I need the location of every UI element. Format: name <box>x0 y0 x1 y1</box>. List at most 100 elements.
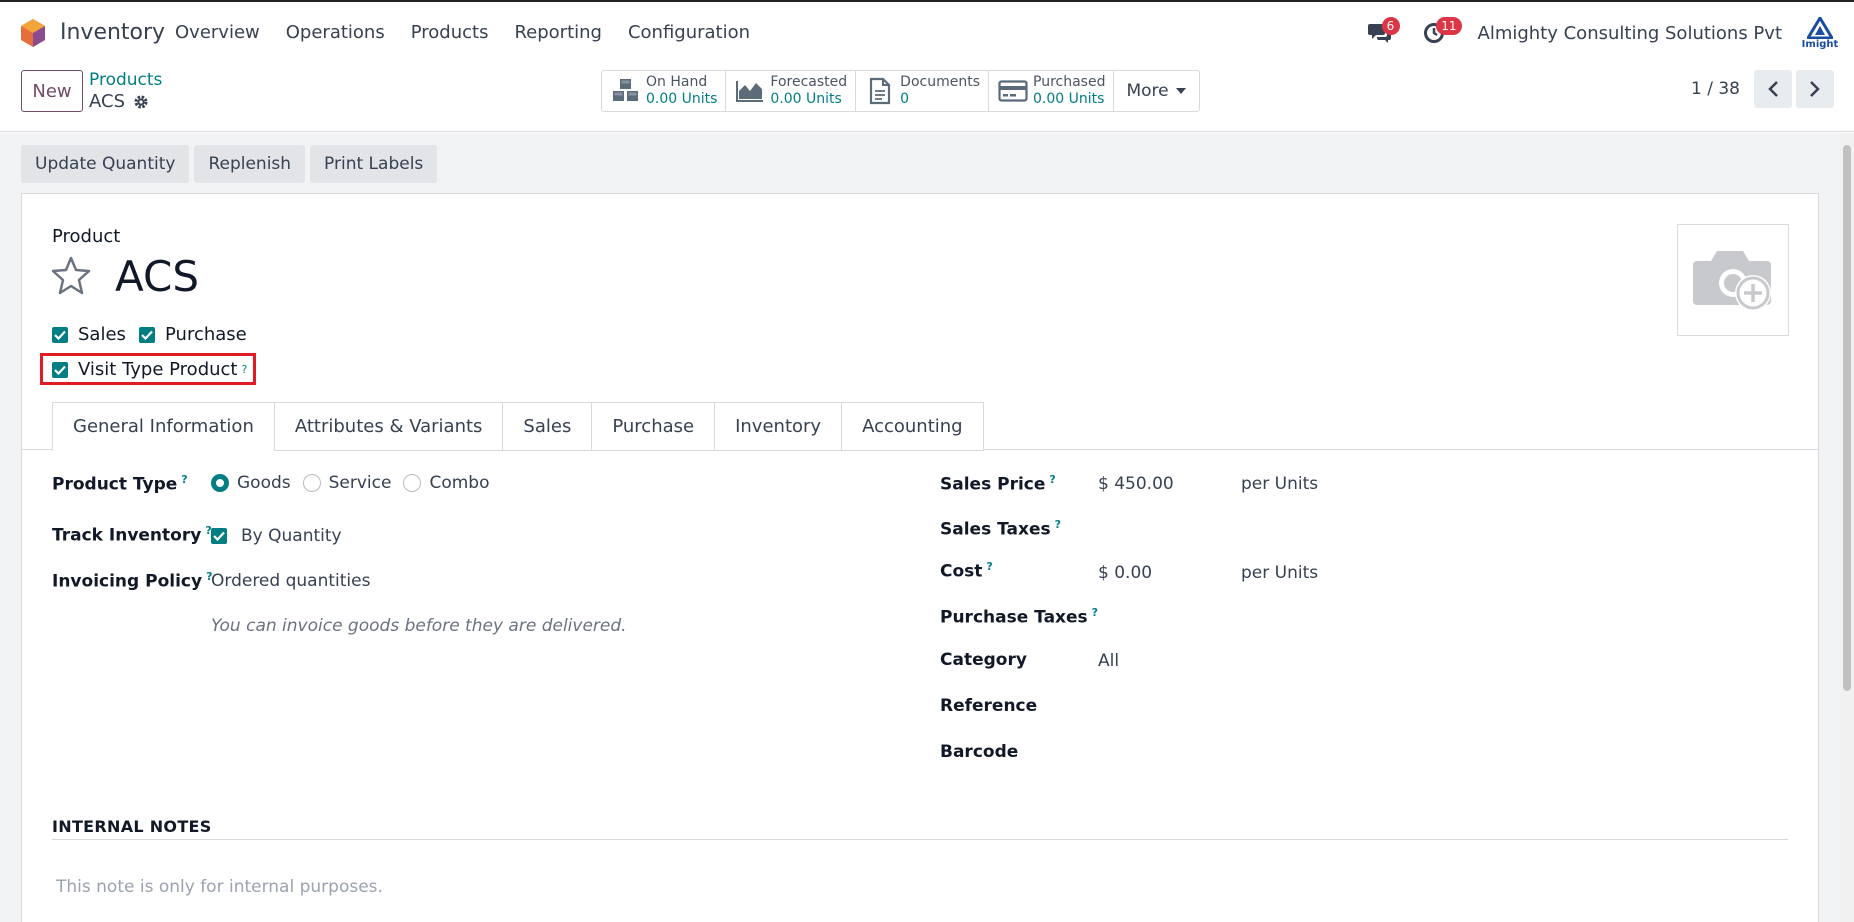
purchased-button[interactable]: Purchased 0.00 Units <box>989 71 1115 111</box>
product-type-help[interactable]: ? <box>181 473 187 486</box>
purchase-checkbox[interactable] <box>139 326 155 343</box>
invoicing-policy-hint: You can invoice goods before they are de… <box>211 616 627 636</box>
scrollbar[interactable] <box>1840 133 1854 922</box>
product-label: Product <box>52 226 121 247</box>
pager-next-button[interactable] <box>1796 70 1834 108</box>
internal-notes-editor[interactable]: This note is only for internal purposes. <box>56 877 383 897</box>
cost-help[interactable]: ? <box>986 560 992 573</box>
replenish-button[interactable]: Replenish <box>194 145 306 183</box>
smart-buttons: On Hand 0.00 Units Forecasted 0.00 Units <box>601 70 1200 112</box>
sales-taxes-label: Sales Taxes <box>940 519 1051 540</box>
visit-type-help[interactable]: ? <box>242 363 248 376</box>
breadcrumb-products[interactable]: Products <box>89 70 162 90</box>
tab-sales[interactable]: Sales <box>503 402 593 451</box>
cost-unit: per Units <box>1241 563 1319 583</box>
more-label: More <box>1126 81 1169 101</box>
sales-price-help[interactable]: ? <box>1049 473 1055 486</box>
purchase-checkbox-label: Purchase <box>165 324 247 345</box>
product-type-combo-option[interactable]: Combo <box>403 473 490 493</box>
tab-purchase[interactable]: Purchase <box>592 402 716 451</box>
service-radio[interactable] <box>302 474 321 492</box>
internal-notes-title: INTERNAL NOTES <box>52 817 212 836</box>
sales-price-input[interactable]: $ 450.00 <box>1098 474 1174 494</box>
documents-label: Documents <box>900 74 980 90</box>
tab-accounting[interactable]: Accounting <box>842 402 984 451</box>
messages-badge: 6 <box>1381 17 1400 35</box>
sales-taxes-field-label: Sales Taxes? <box>940 518 1061 540</box>
visit-type-checkbox-row[interactable]: Visit Type Product ? <box>52 359 247 380</box>
on-hand-label: On Hand <box>646 74 708 90</box>
top-navbar: Inventory Overview Operations Products R… <box>0 0 1854 62</box>
star-icon[interactable] <box>50 255 92 295</box>
activities-button[interactable]: 11 <box>1414 13 1462 53</box>
app-name[interactable]: Inventory <box>60 20 165 45</box>
menu-products[interactable]: Products <box>411 22 489 43</box>
odoo-app-logo-icon[interactable] <box>20 18 46 48</box>
invoicing-policy-label: Invoicing Policy <box>52 571 203 592</box>
product-type-radio-group: Goods Service Combo <box>211 473 502 493</box>
menu-overview[interactable]: Overview <box>175 22 260 43</box>
category-input[interactable]: All <box>1098 651 1119 671</box>
track-inventory-checkbox[interactable] <box>211 528 227 544</box>
documents-button[interactable]: Documents 0 <box>856 71 989 111</box>
menu-reporting[interactable]: Reporting <box>514 22 602 43</box>
purchase-checkbox-row[interactable]: Purchase <box>139 324 247 345</box>
company-switcher[interactable]: Almighty Consulting Solutions Pvt <box>1478 23 1783 44</box>
sales-checkbox[interactable] <box>52 326 68 343</box>
combo-radio[interactable] <box>403 474 422 492</box>
print-labels-button[interactable]: Print Labels <box>310 145 438 183</box>
purchase-taxes-help[interactable]: ? <box>1092 606 1098 619</box>
activities-badge: 11 <box>1436 17 1462 35</box>
track-inventory-value: By Quantity <box>241 526 342 546</box>
messages-button[interactable]: 6 <box>1360 13 1400 53</box>
product-type-service-option[interactable]: Service <box>302 473 391 493</box>
product-type-field-label: Product Type? <box>52 473 188 495</box>
check-icon <box>213 531 225 541</box>
track-inventory-checkbox-row[interactable]: By Quantity <box>211 526 342 546</box>
pager: 1 / 38 <box>1691 70 1854 108</box>
menu-configuration[interactable]: Configuration <box>628 22 750 43</box>
forecasted-value: 0.00 Units <box>770 91 842 107</box>
product-image-upload[interactable] <box>1677 224 1789 336</box>
reference-label: Reference <box>940 696 1038 716</box>
invoicing-policy-select[interactable]: Ordered quantities <box>211 571 370 591</box>
purchase-taxes-field-label: Purchase Taxes? <box>940 606 1098 628</box>
area-chart-icon <box>736 81 764 102</box>
product-name[interactable]: ACS <box>115 252 199 301</box>
update-quantity-button[interactable]: Update Quantity <box>21 145 190 183</box>
gear-icon[interactable] <box>133 94 149 110</box>
cost-input[interactable]: $ 0.00 <box>1098 563 1152 583</box>
menu-operations[interactable]: Operations <box>286 22 385 43</box>
visit-type-label: Visit Type Product <box>78 359 238 380</box>
breadcrumb-current-label: ACS <box>89 91 125 112</box>
on-hand-button[interactable]: On Hand 0.00 Units <box>602 71 727 111</box>
purchase-taxes-label: Purchase Taxes <box>940 607 1088 628</box>
purchased-label: Purchased <box>1033 74 1106 90</box>
company-logo-icon <box>1807 16 1833 39</box>
invoicing-policy-field-label: Invoicing Policy? <box>52 570 212 592</box>
cost-label: Cost <box>940 561 983 582</box>
forecasted-button[interactable]: Forecasted 0.00 Units <box>726 71 857 111</box>
tab-general-information[interactable]: General Information <box>52 402 275 451</box>
category-label: Category <box>940 650 1027 670</box>
document-icon <box>870 77 891 105</box>
check-icon <box>54 330 66 340</box>
visit-type-checkbox[interactable] <box>52 361 68 378</box>
sales-checkbox-row[interactable]: Sales <box>52 324 126 345</box>
tab-inventory[interactable]: Inventory <box>715 402 843 451</box>
form-sheet <box>21 193 1819 922</box>
new-button[interactable]: New <box>21 70 83 112</box>
pager-value[interactable]: 1 / 38 <box>1691 79 1740 99</box>
product-type-goods-option[interactable]: Goods <box>211 473 291 493</box>
goods-radio[interactable] <box>211 474 229 492</box>
sales-taxes-help[interactable]: ? <box>1055 518 1061 531</box>
user-avatar[interactable]: Imight <box>1800 13 1840 53</box>
scrollbar-thumb[interactable] <box>1843 145 1851 691</box>
pager-previous-button[interactable] <box>1754 70 1792 108</box>
goods-label: Goods <box>237 473 291 493</box>
tab-attributes-variants[interactable]: Attributes & Variants <box>274 402 504 451</box>
more-dropdown[interactable]: More <box>1114 71 1198 111</box>
caret-down-icon <box>1175 88 1186 94</box>
control-panel: New Products ACS On Hand 0.00 Units Fore… <box>0 62 1854 132</box>
sales-checkbox-label: Sales <box>78 324 126 345</box>
